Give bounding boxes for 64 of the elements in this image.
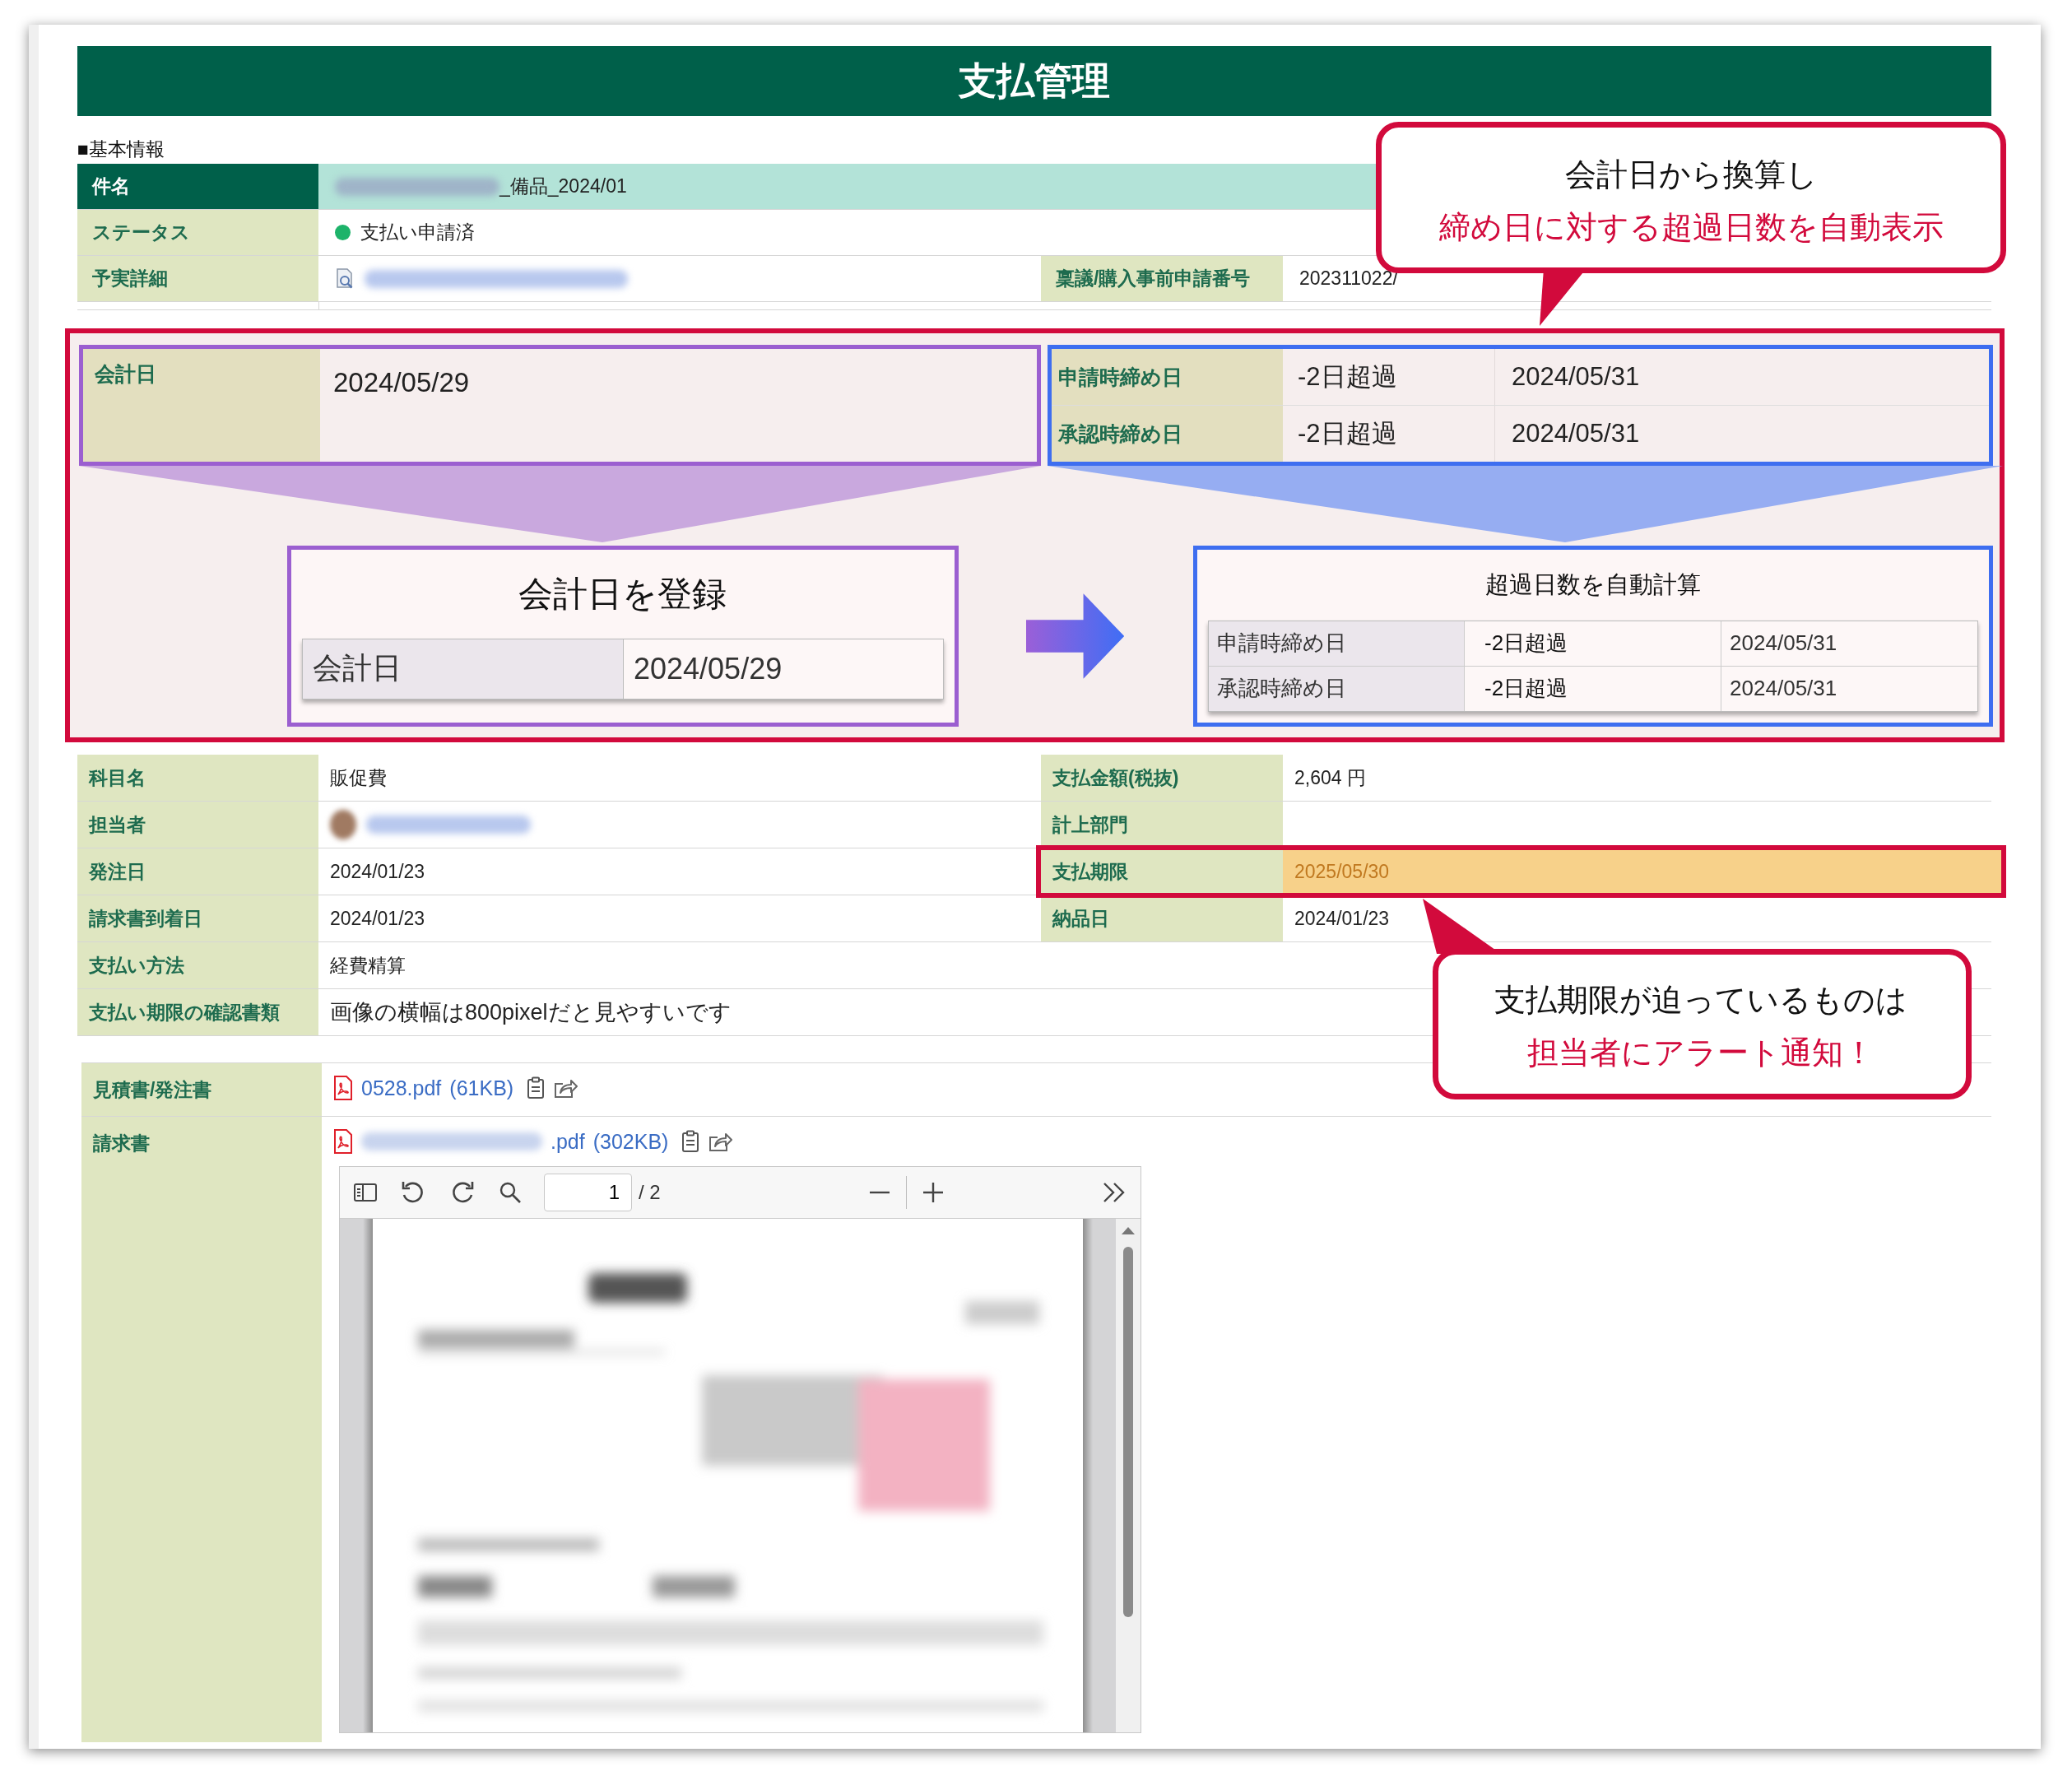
field-label: 支払金額(税抜)	[1041, 755, 1283, 801]
field-label: 請求書到着日	[77, 895, 318, 941]
avatar	[330, 810, 356, 839]
field-label: 支払い方法	[77, 942, 318, 988]
field-label: 発注日	[77, 848, 318, 895]
field-label: ステータス	[77, 210, 318, 255]
field-label: 計上部門	[1041, 802, 1283, 848]
field-label: 科目名	[77, 755, 318, 801]
field-label: 承認時締め日	[1209, 666, 1466, 711]
pdf-icon	[333, 1076, 353, 1100]
table-cell: 2024/05/31	[1721, 621, 1977, 666]
scrollbar[interactable]	[1116, 1219, 1141, 1732]
field-label: 稟議/購入事前申請番号	[1041, 256, 1283, 301]
field-label: 担当者	[77, 802, 318, 848]
box-title: 超過日数を自動計算	[1485, 569, 1702, 599]
page-title: 支払管理	[77, 46, 1991, 116]
status-text: 支払い申請済	[360, 221, 475, 244]
callout-text: 会計日から換算し	[1564, 156, 1818, 193]
section-heading: ■基本情報	[77, 137, 165, 161]
zoom-in-icon[interactable]	[921, 1181, 945, 1204]
callout-text: 担当者にアラート通知！	[1527, 1034, 1875, 1071]
field-label: 支払い期限の確認書類	[77, 989, 318, 1035]
field-label: 承認時締め日	[1052, 406, 1283, 462]
search-icon[interactable]	[498, 1180, 523, 1205]
table-cell-text: 2024/05/29	[332, 366, 471, 399]
field-label: 支払期限	[1041, 850, 1283, 893]
field-label: 請求書	[81, 1117, 322, 1742]
table-cell: -2日超過	[1283, 406, 1495, 462]
field-label: 申請時締め日	[1052, 349, 1283, 405]
document-search-icon[interactable]	[335, 267, 355, 291]
pdf-icon	[333, 1129, 353, 1154]
share-icon[interactable]	[708, 1131, 733, 1152]
field-label: 納品日	[1041, 895, 1283, 941]
field-label: 会計日	[83, 349, 320, 462]
table-cell: -2日超過	[1465, 621, 1722, 666]
box-title: 会計日を登録	[518, 573, 727, 615]
table-cell-text: 2024/05/31	[1511, 418, 1641, 449]
status-dot	[335, 225, 351, 240]
table-cell: 2024/05/31	[1721, 666, 1977, 711]
arrow-icon	[1025, 593, 1125, 679]
table-cell: 2024/05/29	[624, 639, 943, 699]
scroll-up-icon[interactable]	[1120, 1225, 1137, 1235]
subject-text: _備品_2024/01	[499, 174, 627, 198]
field-label: 件名	[77, 164, 318, 209]
field-label: 予実詳細	[77, 256, 318, 301]
file-link[interactable]: .pdf	[551, 1129, 585, 1154]
page-field[interactable]: 1	[544, 1174, 632, 1211]
share-icon[interactable]	[553, 1077, 578, 1099]
field-label: 会計日	[303, 639, 624, 699]
table-cell: 2025/05/30	[1283, 850, 2001, 893]
callout-text: 締め日に対する超過日数を自動表示	[1438, 209, 1944, 246]
file-size: (302KB)	[592, 1129, 669, 1154]
table-cell-text: 2024/05/31	[1511, 361, 1641, 393]
clipboard-icon[interactable]	[527, 1076, 546, 1099]
field-label: 申請時締め日	[1209, 621, 1466, 666]
file-link[interactable]: 0528.pdf	[361, 1076, 442, 1100]
sidebar-icon[interactable]	[353, 1182, 378, 1203]
clipboard-icon[interactable]	[681, 1130, 700, 1153]
scroll-thumb[interactable]	[1123, 1247, 1134, 1617]
table-cell: -2日超過	[1465, 666, 1722, 711]
field-label: 見積書/発注書	[81, 1063, 322, 1116]
table-cell: -2日超過	[1283, 349, 1495, 405]
page-count: / 2	[639, 1181, 661, 1204]
file-size: (61KB)	[449, 1076, 514, 1100]
